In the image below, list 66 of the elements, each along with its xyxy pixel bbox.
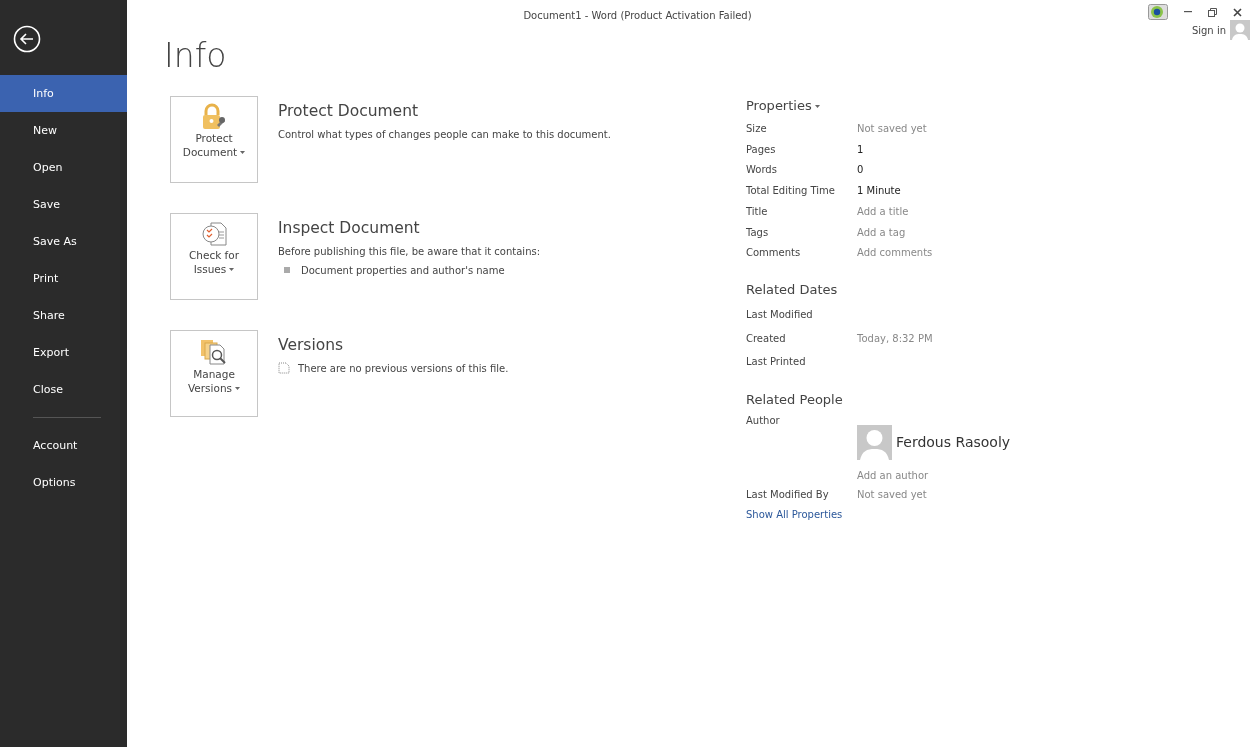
- section-heading: Inspect Document: [278, 217, 421, 239]
- avatar-icon: [1230, 20, 1250, 40]
- property-value: 1: [857, 142, 864, 157]
- avatar-icon: [857, 425, 892, 461]
- property-value: Not saved yet: [857, 488, 927, 503]
- add-author-field[interactable]: Add an author: [857, 468, 1011, 484]
- section-button[interactable]: Protect Document: [170, 95, 258, 183]
- page-title: Info: [164, 36, 228, 76]
- property-label: Pages: [746, 142, 777, 157]
- sidebar-item[interactable]: Info: [0, 75, 127, 112]
- property-label: Words: [746, 163, 778, 178]
- property-label: Size: [746, 122, 768, 137]
- property-label: Comments: [746, 246, 802, 261]
- property-value: 0: [857, 163, 864, 178]
- caret-icon: [814, 104, 820, 108]
- sidebar-item[interactable]: New: [0, 112, 127, 149]
- lock-icon: [202, 102, 226, 131]
- section-button[interactable]: Check for Issues: [170, 212, 258, 300]
- author-name: Ferdous Rasooly: [896, 433, 1011, 453]
- checklist-icon: [201, 219, 227, 248]
- sidebar-item[interactable]: Export: [0, 334, 127, 371]
- section-note: There are no previous versions of this file.: [298, 361, 509, 376]
- caret-icon: [235, 387, 241, 391]
- sidebar-item[interactable]: Open: [0, 149, 127, 186]
- property-label: Tags: [746, 225, 770, 240]
- caret-icon: [229, 268, 235, 272]
- section-heading: Related People: [746, 390, 844, 409]
- section-heading: Protect Document: [278, 100, 420, 122]
- property-value: Not saved yet: [857, 122, 927, 137]
- property-label: Total Editing Time: [746, 184, 836, 199]
- minimize-icon[interactable]: [1184, 11, 1192, 13]
- add-in-icon[interactable]: [1148, 4, 1168, 20]
- sidebar-item[interactable]: Account: [0, 427, 127, 464]
- back-icon[interactable]: [13, 24, 41, 53]
- sidebar-item[interactable]: Options: [0, 464, 127, 501]
- property-label: Title: [746, 204, 769, 219]
- property-value: Add a title: [857, 204, 909, 219]
- property-label: Last Modified By: [746, 488, 830, 503]
- restore-icon[interactable]: [1208, 7, 1217, 17]
- section-heading: Versions: [278, 334, 345, 356]
- show-all-properties-link[interactable]: Show All Properties: [746, 508, 843, 520]
- section-description: Before publishing this file, be aware that it contains:: [278, 244, 541, 259]
- property-value: Add a tag: [857, 225, 906, 240]
- date-label: Last Modified: [746, 308, 814, 323]
- sidebar-item[interactable]: Save: [0, 186, 127, 223]
- property-value: 1 Minute: [857, 184, 901, 199]
- author-label: Author: [746, 414, 781, 429]
- date-label: Created: [746, 331, 787, 346]
- window-title: Document1 - Word (Product Activation Failed): [523, 10, 752, 21]
- bullet-text: Document properties and author's name: [301, 263, 505, 278]
- date-label: Last Printed: [746, 355, 807, 370]
- section-heading: Related Dates: [746, 280, 839, 299]
- sidebar-item[interactable]: Close: [0, 371, 127, 408]
- section-button[interactable]: Manage Versions: [170, 329, 258, 417]
- sign-in-link[interactable]: Sign in: [1191, 22, 1226, 38]
- sidebar-item[interactable]: Share: [0, 297, 127, 334]
- close-icon[interactable]: [1233, 7, 1242, 17]
- section-description: Control what types of changes people can make to this document.: [278, 127, 611, 142]
- caret-icon: [240, 151, 246, 155]
- properties-dropdown[interactable]: Properties: [746, 95, 1046, 116]
- document-icon: [278, 362, 290, 375]
- bullet-icon: [284, 267, 290, 274]
- property-value: Add comments: [857, 246, 933, 261]
- sidebar-item[interactable]: Print: [0, 260, 127, 297]
- sidebar-item[interactable]: Save As: [0, 223, 127, 260]
- date-value: Today, 8:32 PM: [857, 331, 933, 346]
